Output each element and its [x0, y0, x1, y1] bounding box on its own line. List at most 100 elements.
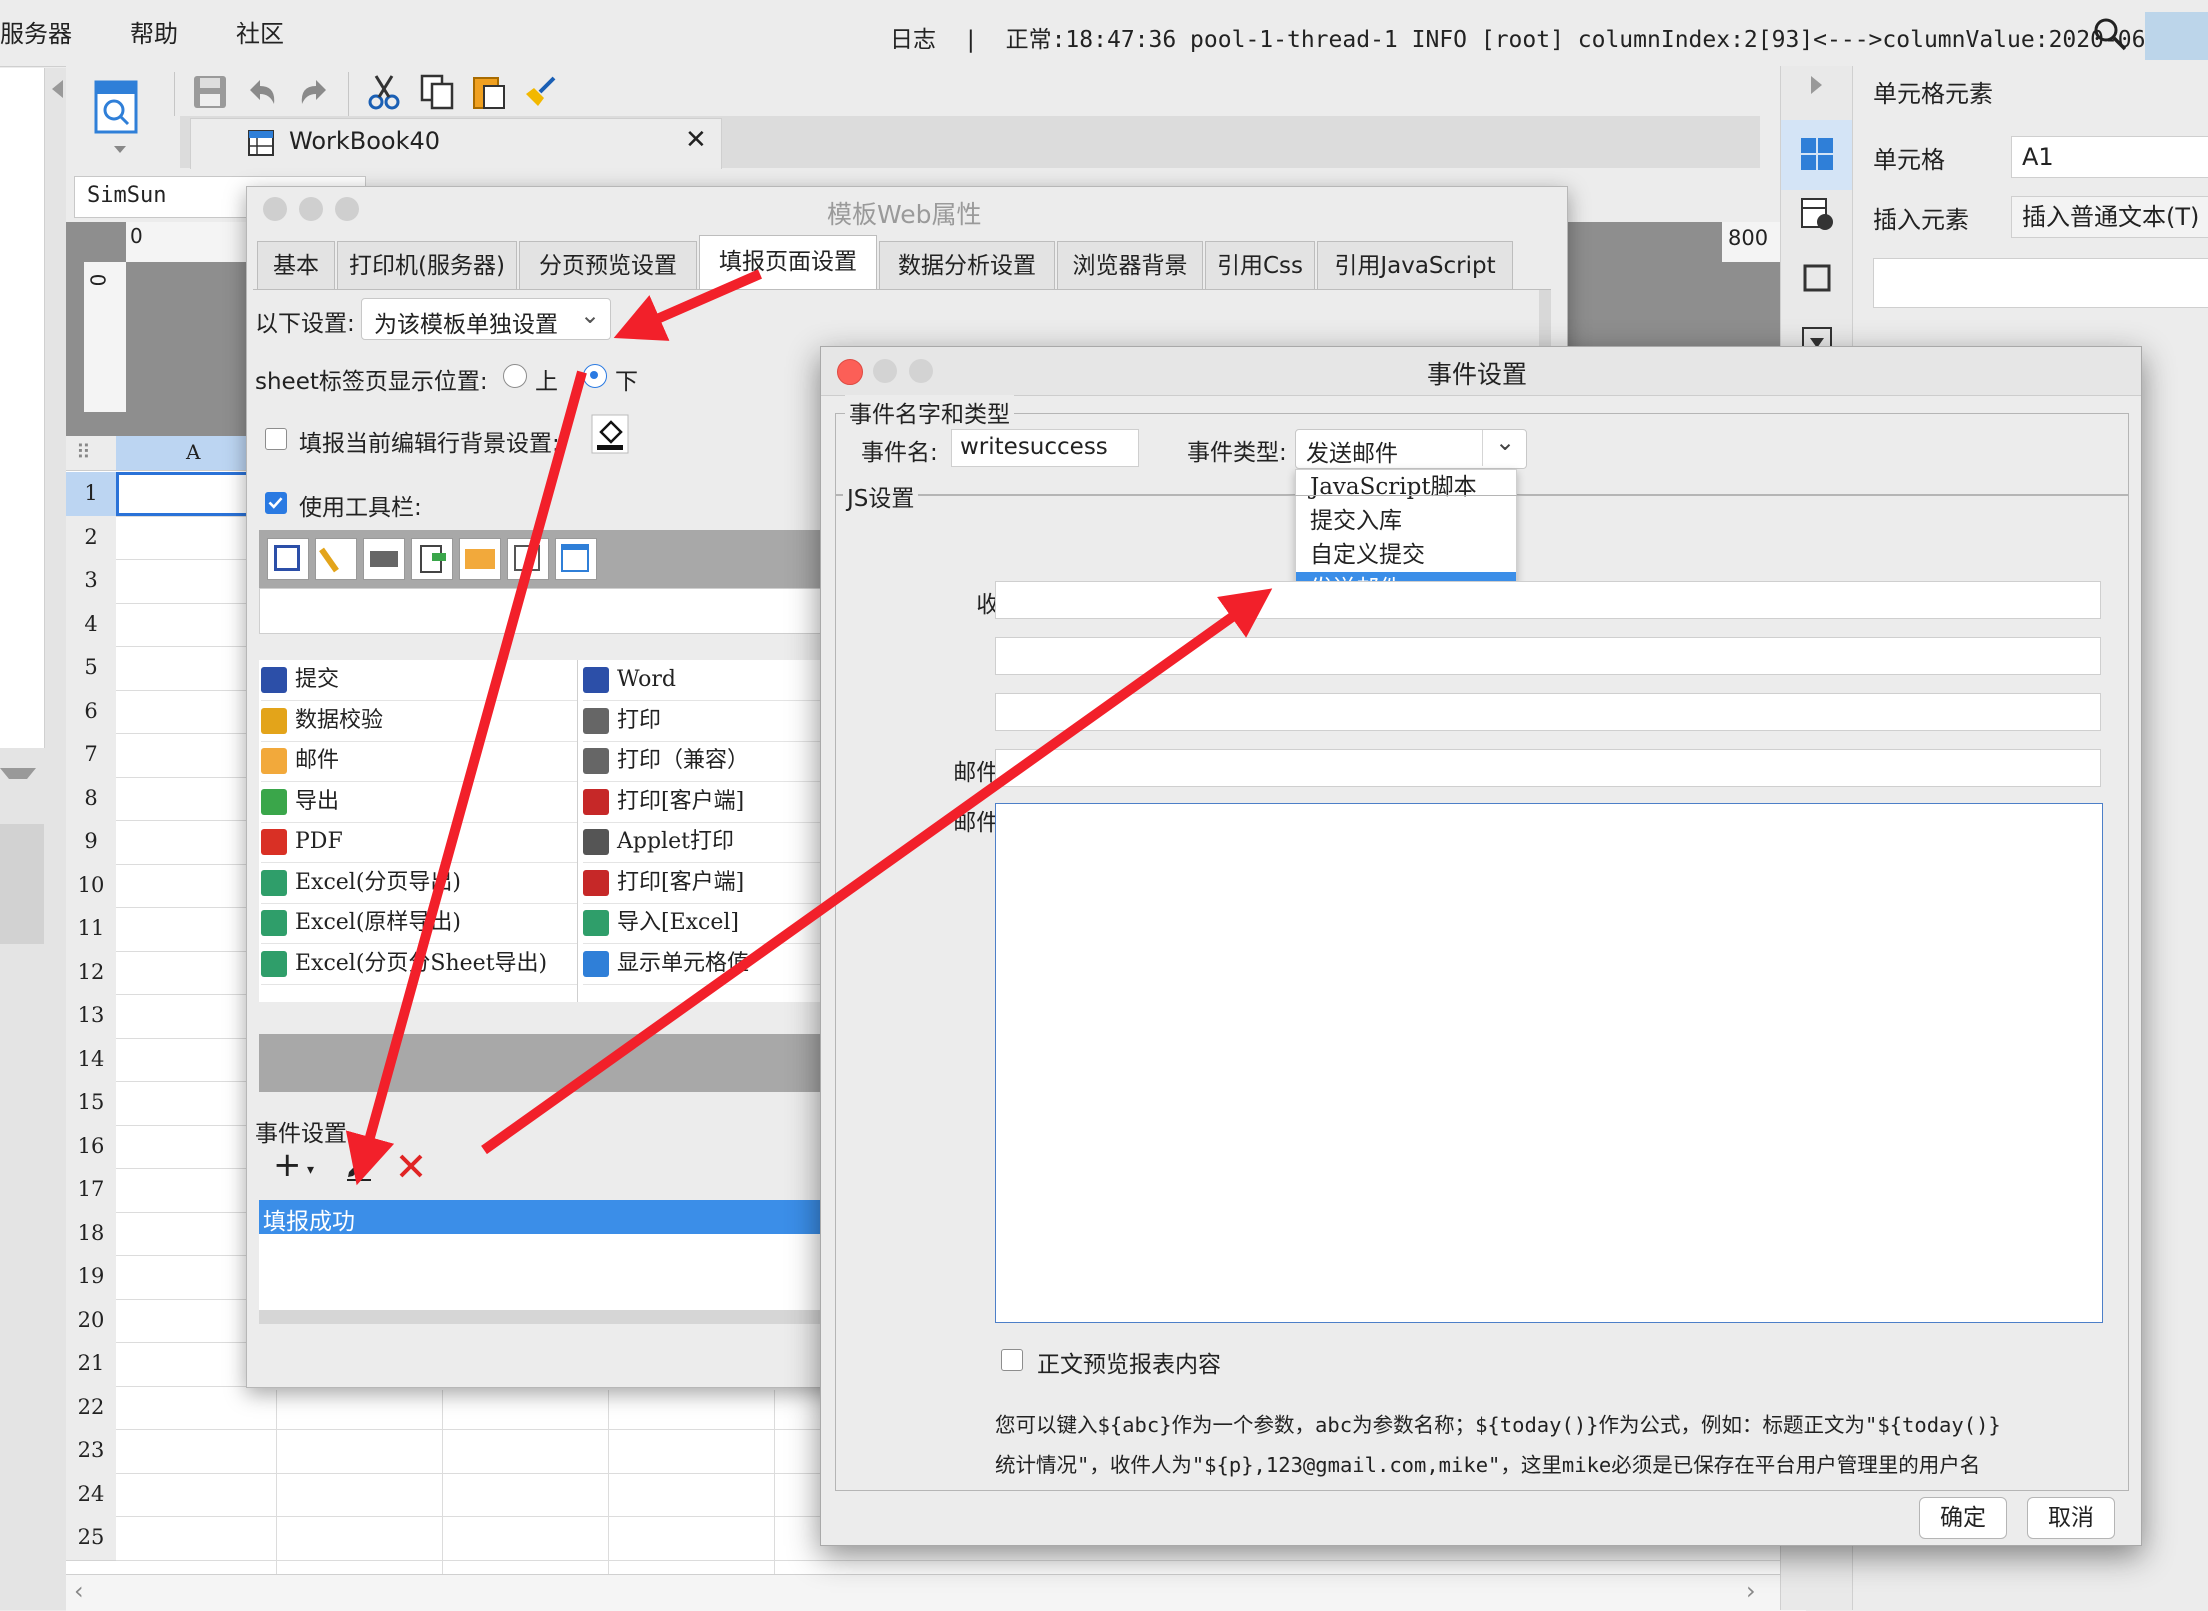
- tool-item-right[interactable]: 打印（兼容）: [583, 741, 833, 782]
- format-brush-icon[interactable]: [520, 72, 560, 112]
- grid-icon[interactable]: [507, 538, 549, 580]
- print-icon[interactable]: [363, 538, 405, 580]
- row-header[interactable]: 18: [66, 1211, 116, 1256]
- mail-icon[interactable]: [459, 538, 501, 580]
- paint-bucket-icon[interactable]: [591, 414, 629, 454]
- row-header[interactable]: 15: [66, 1081, 116, 1126]
- row-header[interactable]: 5: [66, 646, 116, 691]
- row-header[interactable]: 7: [66, 733, 116, 778]
- tab-workbook40[interactable]: WorkBook40 ✕: [190, 118, 722, 169]
- tool-item-right[interactable]: 打印: [583, 701, 833, 742]
- tool-item-right[interactable]: 打印[客户端]: [583, 782, 833, 823]
- tab-data-analysis[interactable]: 数据分析设置: [879, 241, 1055, 289]
- row-header[interactable]: 24: [66, 1472, 116, 1517]
- tool-item-left[interactable]: Excel(分页导出): [261, 863, 577, 904]
- menu-community[interactable]: 社区: [236, 14, 284, 49]
- search-icon[interactable]: [2092, 16, 2128, 52]
- cancel-button[interactable]: 取消: [2027, 1497, 2115, 1539]
- row-header[interactable]: 16: [66, 1124, 116, 1169]
- row-header[interactable]: 8: [66, 776, 116, 821]
- collapse-left-icon[interactable]: [52, 80, 63, 98]
- left-panel-scroll[interactable]: [0, 824, 44, 944]
- tool-item-right[interactable]: 打印[客户端]: [583, 863, 833, 904]
- insert-element-select[interactable]: 插入普通文本(T): [2011, 196, 2208, 238]
- event-list-item[interactable]: 填报成功: [259, 1200, 833, 1235]
- tab-basic[interactable]: 基本: [257, 241, 335, 289]
- row-header[interactable]: 12: [66, 950, 116, 995]
- template-icon[interactable]: [92, 78, 142, 138]
- row-header[interactable]: 25: [66, 1516, 116, 1561]
- row-header[interactable]: 11: [66, 907, 116, 952]
- tool-item-left[interactable]: 导出: [261, 782, 577, 823]
- tab-browser-bg[interactable]: 浏览器背景: [1057, 241, 1203, 289]
- tool-item-right[interactable]: 导入[Excel]: [583, 903, 833, 944]
- event-list-scrollbar[interactable]: [259, 1310, 833, 1324]
- delete-event-icon[interactable]: [397, 1152, 425, 1180]
- ok-button[interactable]: 确定: [1919, 1497, 2007, 1539]
- tool-item-right[interactable]: 显示单元格值: [583, 944, 833, 985]
- tool-item-left[interactable]: 数据校验: [261, 701, 577, 742]
- select-all-icon[interactable]: ⠿: [76, 440, 91, 464]
- cell-content-field[interactable]: [1873, 258, 2208, 308]
- dialog-vertical-scrollbar[interactable]: [1539, 290, 1551, 350]
- event-name-input[interactable]: writesuccess: [951, 429, 1139, 467]
- tab-page-preview[interactable]: 分页预览设置: [519, 241, 697, 289]
- close-tab-icon[interactable]: ✕: [685, 125, 707, 155]
- window-icon[interactable]: [555, 538, 597, 580]
- save-icon[interactable]: [190, 72, 230, 112]
- save-icon[interactable]: [267, 538, 309, 580]
- cell-element-tab[interactable]: [1781, 120, 1853, 190]
- subject-input[interactable]: [995, 749, 2101, 787]
- tool-item-left[interactable]: PDF: [261, 822, 577, 863]
- row-header[interactable]: 17: [66, 1168, 116, 1213]
- row-header[interactable]: 22: [66, 1385, 116, 1430]
- preview-report-checkbox[interactable]: [1001, 1349, 1023, 1371]
- sheet-pos-up-radio[interactable]: [503, 364, 527, 388]
- add-dropdown-icon[interactable]: ▾: [307, 1162, 314, 1178]
- row-header[interactable]: 10: [66, 863, 116, 908]
- edit-event-icon[interactable]: [343, 1150, 375, 1182]
- row-header[interactable]: 2: [66, 515, 116, 560]
- tab-ref-js[interactable]: 引用JavaScript: [1317, 241, 1513, 289]
- to-input[interactable]: [995, 581, 2101, 619]
- cell-attribute-icon[interactable]: [1799, 196, 1835, 232]
- horizontal-scrollbar[interactable]: ‹ ›: [66, 1574, 1806, 1611]
- menu-server[interactable]: 服务器: [0, 14, 72, 49]
- close-window-button[interactable]: [837, 359, 863, 385]
- row-header[interactable]: 14: [66, 1037, 116, 1082]
- tab-ref-css[interactable]: 引用Css: [1205, 241, 1315, 289]
- row-header[interactable]: 19: [66, 1255, 116, 1300]
- minimize-window-button[interactable]: [873, 359, 897, 383]
- export-icon[interactable]: [411, 538, 453, 580]
- minimize-window-button[interactable]: [299, 197, 323, 221]
- redo-icon[interactable]: [294, 72, 334, 112]
- chevron-down-icon[interactable]: [0, 768, 36, 779]
- body-textarea[interactable]: [995, 803, 2103, 1323]
- settings-scope-select[interactable]: 为该模板单独设置 ⌄: [361, 298, 611, 340]
- frame-icon[interactable]: [1799, 260, 1835, 296]
- row-header[interactable]: 20: [66, 1298, 116, 1343]
- paste-icon[interactable]: [468, 72, 508, 112]
- bcc-input[interactable]: [995, 693, 2101, 731]
- cell-address-field[interactable]: A1: [2011, 136, 2208, 178]
- row-header[interactable]: 1: [66, 472, 116, 517]
- tool-item-left[interactable]: 邮件: [261, 741, 577, 782]
- tool-item-right[interactable]: Applet打印: [583, 822, 833, 863]
- tool-item-left[interactable]: 提交: [261, 660, 577, 701]
- template-dropdown-icon[interactable]: [114, 146, 126, 153]
- menu-help[interactable]: 帮助: [130, 14, 178, 49]
- tab-fill-page[interactable]: 填报页面设置: [699, 235, 877, 291]
- log-label[interactable]: 日志: [890, 27, 936, 53]
- collapse-right-icon[interactable]: [1811, 76, 1822, 94]
- tool-item-right[interactable]: Word: [583, 660, 833, 701]
- scroll-right-icon[interactable]: ›: [1746, 1577, 1756, 1605]
- use-toolbar-checkbox[interactable]: [265, 492, 287, 514]
- cut-icon[interactable]: [364, 72, 404, 112]
- row-header[interactable]: 23: [66, 1429, 116, 1474]
- zoom-window-button[interactable]: [909, 359, 933, 383]
- row-header[interactable]: 13: [66, 994, 116, 1039]
- tool-item-left[interactable]: Excel(分页分Sheet导出): [261, 944, 577, 985]
- row-header[interactable]: 4: [66, 602, 116, 647]
- undo-icon[interactable]: [242, 72, 282, 112]
- scroll-left-icon[interactable]: ‹: [74, 1577, 84, 1605]
